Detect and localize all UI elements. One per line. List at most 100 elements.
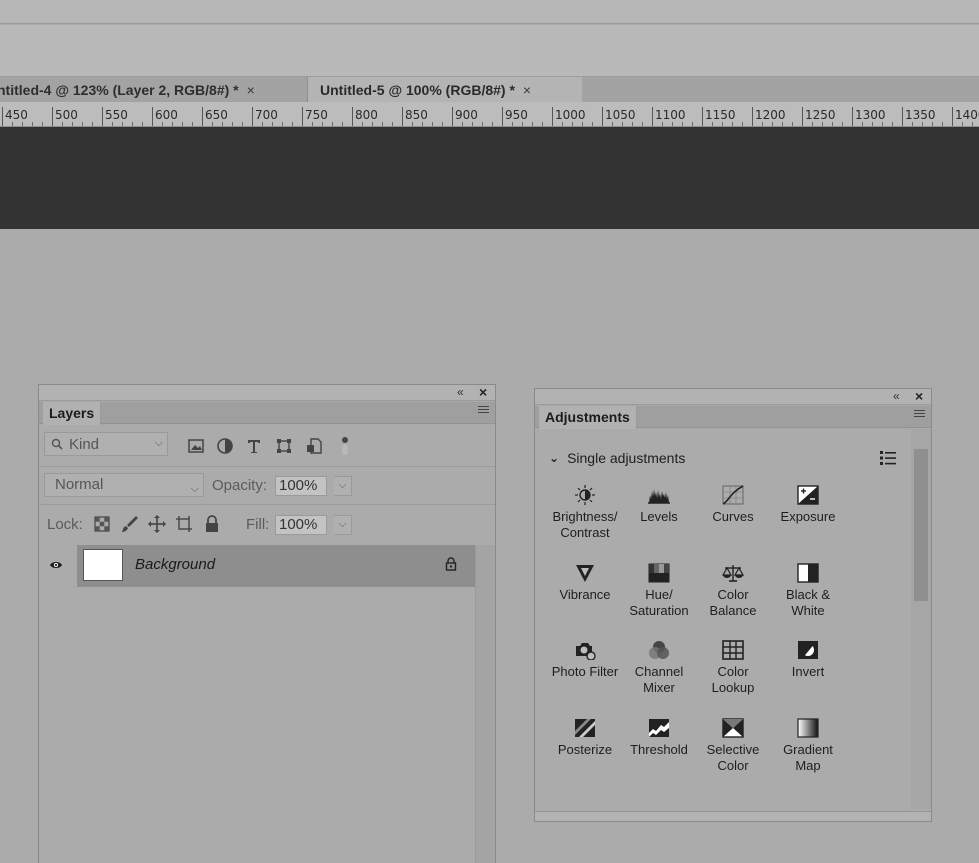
- section-title: Single adjustments: [567, 450, 686, 466]
- lock-artboard-icon[interactable]: [174, 514, 194, 534]
- kind-filter-select[interactable]: Kind ⌵: [44, 432, 168, 456]
- shape-icon[interactable]: [275, 437, 293, 455]
- ruler-label: 1200: [755, 108, 786, 122]
- adjustment-label: Channel: [634, 664, 684, 679]
- adjustment-channel-mixer[interactable]: Channel Mixer: [622, 640, 696, 696]
- layers-scrollbar[interactable]: [475, 545, 495, 863]
- adjustment-label: Curves: [712, 509, 754, 524]
- ruler-label: 900: [455, 108, 478, 122]
- ruler-label: 1300: [855, 108, 886, 122]
- adjustment-threshold[interactable]: Threshold: [622, 718, 696, 758]
- levels-icon: [648, 489, 670, 504]
- adjustment-label: Threshold: [630, 742, 688, 757]
- collapse-icon[interactable]: «: [893, 389, 900, 403]
- fill-field[interactable]: 100%: [275, 515, 327, 535]
- ruler-tick-major: [702, 107, 703, 126]
- photo-filter-icon: [576, 643, 596, 660]
- opacity-field[interactable]: 100%: [275, 476, 327, 496]
- image-icon[interactable]: [187, 437, 205, 455]
- type-icon[interactable]: [245, 437, 263, 455]
- lock-icon[interactable]: [445, 557, 457, 571]
- panel-menu-icon[interactable]: [478, 406, 489, 415]
- blend-mode-select[interactable]: Normal ⌵: [44, 473, 204, 497]
- tab-untitled-4[interactable]: ntitled-4 @ 123% (Layer 2, RGB/8#) * ×: [0, 77, 308, 102]
- blend-mode-value: Normal: [55, 476, 104, 493]
- ruler-tick-major: [502, 107, 503, 126]
- adjustment-label: Gradient: [783, 742, 833, 757]
- lock-label: Lock:: [47, 516, 83, 533]
- tab-layers[interactable]: Layers: [43, 402, 102, 425]
- adjustment-label-line2: Map: [795, 758, 821, 773]
- resize-handle[interactable]: [535, 811, 931, 821]
- close-icon[interactable]: ×: [915, 388, 923, 404]
- layer-row-background[interactable]: Background: [77, 545, 475, 587]
- adjustment-label: Color: [717, 664, 749, 679]
- adjustment-gradient-map[interactable]: Gradient Map: [771, 718, 845, 774]
- hue-saturation-icon: [648, 563, 670, 583]
- close-icon[interactable]: ×: [247, 82, 255, 98]
- adjustment-label: Levels: [640, 509, 678, 524]
- adjustment-label-line2: Balance: [709, 603, 757, 618]
- tab-untitled-5[interactable]: Untitled-5 @ 100% (RGB/8#) * ×: [308, 77, 582, 102]
- ruler-tick-major: [752, 107, 753, 126]
- lock-all-icon[interactable]: [202, 514, 222, 534]
- ruler-tick-major: [352, 107, 353, 126]
- adjustment-curves[interactable]: Curves: [696, 485, 770, 525]
- lock-image-pixels-icon[interactable]: [120, 514, 140, 534]
- horizontal-ruler[interactable]: 450 500 550 600 650 700 750 800 850 900 950 1000 105…: [0, 102, 979, 127]
- adjustment-label: Selective: [706, 742, 760, 757]
- adjustment-vibrance[interactable]: Vibrance: [548, 563, 622, 603]
- tab-adjustments[interactable]: Adjustments: [539, 406, 637, 429]
- ruler-label: 950: [505, 108, 528, 122]
- collapse-icon[interactable]: «: [457, 385, 464, 399]
- close-icon[interactable]: ×: [479, 384, 487, 400]
- adjustment-icon[interactable]: [216, 437, 234, 455]
- ruler-label: 1350: [905, 108, 936, 122]
- black-white-icon: [797, 563, 819, 583]
- filter-toggle-icon[interactable]: [339, 437, 351, 455]
- fill-label: Fill:: [246, 516, 270, 533]
- adjustment-exposure[interactable]: Exposure: [771, 485, 845, 525]
- ruler-label: 750: [305, 108, 328, 122]
- adjustment-label: Invert: [791, 664, 825, 679]
- opacity-label: Opacity:: [212, 477, 268, 494]
- adjustment-label: Hue/: [645, 587, 673, 602]
- adjustment-black-white[interactable]: Black & White: [771, 563, 845, 619]
- adjustment-brightness[interactable]: Brightness/Contrast: [548, 485, 622, 541]
- scrollbar-thumb[interactable]: [914, 449, 928, 601]
- brightness-icon: [575, 485, 595, 505]
- layer-name: Background: [135, 556, 216, 573]
- panel-header: « ×: [535, 388, 931, 405]
- panel-menu-icon[interactable]: [914, 410, 925, 419]
- ruler-tick-major: [602, 107, 603, 126]
- invert-icon: [798, 641, 818, 659]
- lock-transparent-pixels-icon[interactable]: [92, 514, 112, 534]
- posterize-icon: [575, 719, 595, 737]
- canvas-area[interactable]: [0, 127, 979, 229]
- adjustment-posterize[interactable]: Posterize: [548, 718, 622, 758]
- adjustment-label-line2: Contrast: [560, 525, 610, 540]
- visibility-eye-icon[interactable]: [49, 560, 63, 570]
- close-icon[interactable]: ×: [523, 82, 531, 98]
- adjustment-label: Exposure: [780, 509, 836, 524]
- adjustment-selective-color[interactable]: Selective Color: [696, 718, 770, 774]
- adjustment-color-balance[interactable]: Color Balance: [696, 563, 770, 619]
- adjustment-levels[interactable]: Levels: [622, 485, 696, 525]
- adjustment-photo-filter[interactable]: Photo Filter: [548, 640, 622, 680]
- adjustment-hue-saturation[interactable]: Hue/Saturation: [622, 563, 696, 619]
- adjustment-label-line2: Saturation: [629, 603, 689, 618]
- ruler-tick-major: [52, 107, 53, 126]
- adjustment-invert[interactable]: Invert: [771, 640, 845, 680]
- fill-dropdown-icon[interactable]: ⌵: [334, 515, 352, 535]
- opacity-dropdown-icon[interactable]: ⌵: [334, 476, 352, 496]
- adjustment-color-lookup[interactable]: Color Lookup: [696, 640, 770, 696]
- list-view-icon[interactable]: [879, 449, 897, 467]
- vibrance-icon: [576, 565, 594, 582]
- smart-object-icon[interactable]: [305, 437, 323, 455]
- ruler-label: 700: [255, 108, 278, 122]
- gradient-map-icon: [797, 718, 819, 738]
- ruler-tick-major: [852, 107, 853, 126]
- lock-position-icon[interactable]: [147, 514, 167, 534]
- ruler-tick-major: [902, 107, 903, 126]
- section-single-adjustments[interactable]: ⌄ Single adjustments: [549, 450, 685, 466]
